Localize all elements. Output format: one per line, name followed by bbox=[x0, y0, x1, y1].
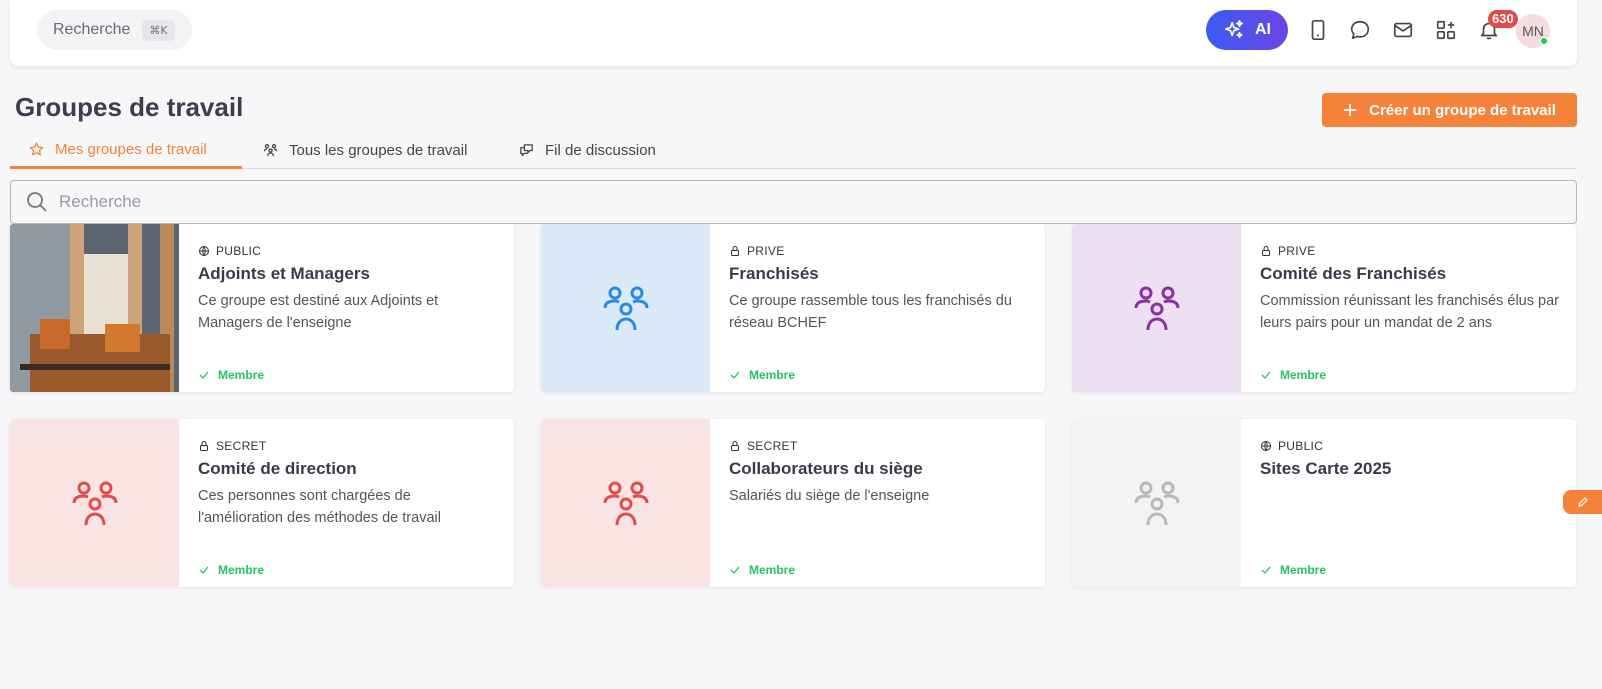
people-icon bbox=[263, 144, 278, 157]
side-edit-tab[interactable] bbox=[1563, 490, 1602, 514]
star-icon bbox=[29, 141, 44, 155]
group-card[interactable]: PUBLIC Sites Carte 2025 Membre bbox=[1072, 419, 1576, 587]
membership-label: Membre bbox=[749, 563, 796, 577]
group-title[interactable]: Adjoints et Managers bbox=[198, 264, 498, 284]
membership-label: Membre bbox=[218, 368, 265, 382]
privacy-text: SECRET bbox=[747, 439, 798, 453]
tab-label: Mes groupes de travail bbox=[55, 140, 207, 158]
tab-label: Fil de discussion bbox=[545, 142, 656, 159]
globe-icon bbox=[1261, 441, 1271, 451]
group-title[interactable]: Comité des Franchisés bbox=[1260, 264, 1560, 284]
privacy-label: PRIVE bbox=[729, 244, 1029, 258]
check-icon bbox=[199, 566, 209, 574]
membership-status: Membre bbox=[1260, 368, 1326, 382]
lock-icon bbox=[1262, 245, 1270, 256]
tab-my-groups[interactable]: Mes groupes de travail bbox=[10, 132, 242, 169]
group-title[interactable]: Collaborateurs du siège bbox=[729, 459, 1029, 479]
membership-label: Membre bbox=[1280, 563, 1327, 577]
apps-grid-icon[interactable] bbox=[1434, 18, 1458, 42]
mail-icon[interactable] bbox=[1391, 18, 1415, 42]
group-card[interactable]: PRIVE Comité des Franchisés Commission r… bbox=[1072, 224, 1576, 392]
membership-status: Membre bbox=[729, 563, 795, 577]
group-card[interactable]: PRIVE Franchisés Ce groupe rassemble tou… bbox=[541, 224, 1045, 392]
group-cover-photo bbox=[10, 224, 179, 392]
check-icon bbox=[730, 371, 740, 379]
group-search-input[interactable] bbox=[59, 192, 1459, 212]
privacy-text: SECRET bbox=[216, 439, 267, 453]
top-bar: Recherche ⌘K bbox=[10, 0, 1577, 66]
group-people-icon bbox=[1134, 481, 1179, 526]
privacy-label: SECRET bbox=[729, 439, 1029, 453]
plus-icon bbox=[1344, 104, 1357, 116]
privacy-text: PRIVE bbox=[1278, 244, 1316, 258]
check-icon bbox=[1261, 371, 1271, 379]
create-group-button[interactable]: Créer un groupe de travail bbox=[1322, 93, 1577, 127]
privacy-label: PUBLIC bbox=[198, 244, 498, 258]
chat-thread-icon bbox=[520, 144, 533, 157]
group-description: Ce groupe rassemble tous les franchisés … bbox=[729, 293, 1012, 331]
group-description: Ces personnes sont chargées de l'amélior… bbox=[198, 488, 441, 526]
check-icon bbox=[1261, 566, 1271, 574]
membership-status: Membre bbox=[198, 368, 264, 382]
group-title[interactable]: Sites Carte 2025 bbox=[1260, 459, 1560, 479]
create-group-label: Créer un groupe de travail bbox=[1369, 101, 1556, 119]
search-icon bbox=[27, 192, 47, 212]
global-search-label: Recherche bbox=[53, 21, 131, 38]
tab-all-groups[interactable]: Tous les groupes de travail bbox=[244, 132, 485, 169]
group-thumbnail bbox=[1072, 419, 1241, 587]
sparkles-icon bbox=[1224, 20, 1244, 39]
group-card[interactable]: SECRET Collaborateurs du siège Salariés … bbox=[541, 419, 1045, 587]
check-icon bbox=[199, 371, 209, 379]
group-description: Salariés du siège de l'enseigne bbox=[729, 488, 930, 504]
online-status-dot bbox=[1540, 37, 1548, 45]
pencil-icon bbox=[1578, 497, 1588, 507]
privacy-text: PUBLIC bbox=[1278, 439, 1324, 453]
group-thumbnail bbox=[541, 224, 710, 392]
group-thumbnail bbox=[1072, 224, 1241, 392]
chat-bubble-icon[interactable] bbox=[1348, 18, 1372, 42]
privacy-label: PUBLIC bbox=[1260, 439, 1560, 453]
search-shortcut-badge: ⌘K bbox=[142, 19, 175, 41]
group-thumbnail bbox=[10, 419, 179, 587]
tab-bar: Mes groupes de travail Tous les groupes … bbox=[10, 132, 1577, 169]
group-title[interactable]: Comité de direction bbox=[198, 459, 498, 479]
lock-icon bbox=[200, 440, 208, 451]
notification-count-badge: 630 bbox=[1488, 10, 1518, 28]
tab-label: Tous les groupes de travail bbox=[289, 142, 468, 159]
group-description: Ce groupe est destiné aux Adjoints et Ma… bbox=[198, 293, 439, 331]
tab-discussion-thread[interactable]: Fil de discussion bbox=[500, 132, 674, 169]
group-people-icon bbox=[72, 481, 117, 526]
membership-status: Membre bbox=[198, 563, 264, 577]
mobile-icon[interactable] bbox=[1306, 18, 1330, 42]
page-title: Groupes de travail bbox=[15, 92, 244, 122]
group-thumbnail bbox=[541, 419, 710, 587]
group-search-bar bbox=[10, 180, 1577, 224]
ai-button[interactable]: AI bbox=[1206, 10, 1288, 50]
membership-label: Membre bbox=[749, 368, 796, 382]
group-people-icon bbox=[603, 481, 648, 526]
group-description: Commission réunissant les franchisés élu… bbox=[1260, 293, 1559, 331]
group-title[interactable]: Franchisés bbox=[729, 264, 1029, 284]
privacy-text: PUBLIC bbox=[216, 244, 262, 258]
group-people-icon bbox=[603, 286, 648, 331]
ai-button-label: AI bbox=[1255, 21, 1271, 38]
lock-icon bbox=[731, 245, 739, 256]
global-search-button[interactable]: Recherche ⌘K bbox=[37, 10, 192, 50]
membership-status: Membre bbox=[729, 368, 795, 382]
group-people-icon bbox=[1134, 286, 1179, 331]
privacy-label: PRIVE bbox=[1260, 244, 1560, 258]
group-card[interactable]: PUBLIC Adjoints et Managers Ce groupe es… bbox=[10, 224, 514, 392]
privacy-label: SECRET bbox=[198, 439, 498, 453]
group-card[interactable]: SECRET Comité de direction Ces personnes… bbox=[10, 419, 514, 587]
membership-label: Membre bbox=[218, 563, 265, 577]
membership-label: Membre bbox=[1280, 368, 1327, 382]
privacy-text: PRIVE bbox=[747, 244, 785, 258]
lock-icon bbox=[731, 440, 739, 451]
globe-icon bbox=[199, 246, 209, 256]
check-icon bbox=[730, 566, 740, 574]
membership-status: Membre bbox=[1260, 563, 1326, 577]
